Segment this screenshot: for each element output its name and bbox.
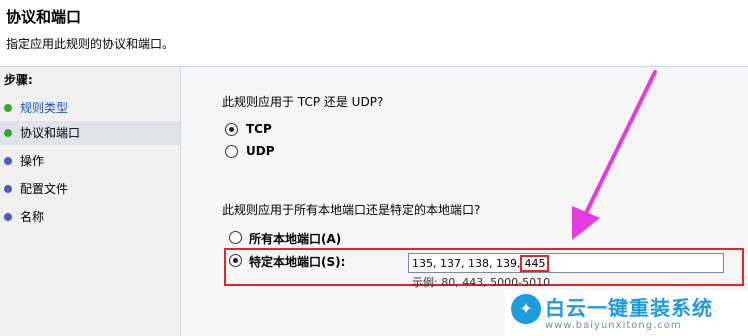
watermark: ✦ 白云一键重装系统 www.baiyunxitong.com [505, 290, 748, 336]
watermark-url: www.baiyunxitong.com [545, 320, 682, 331]
arrow-shaft [583, 70, 657, 217]
annotation-arrow [572, 70, 657, 240]
watermark-title: 白云一键重装系统 [545, 296, 713, 320]
bird-icon: ✦ [511, 294, 541, 324]
